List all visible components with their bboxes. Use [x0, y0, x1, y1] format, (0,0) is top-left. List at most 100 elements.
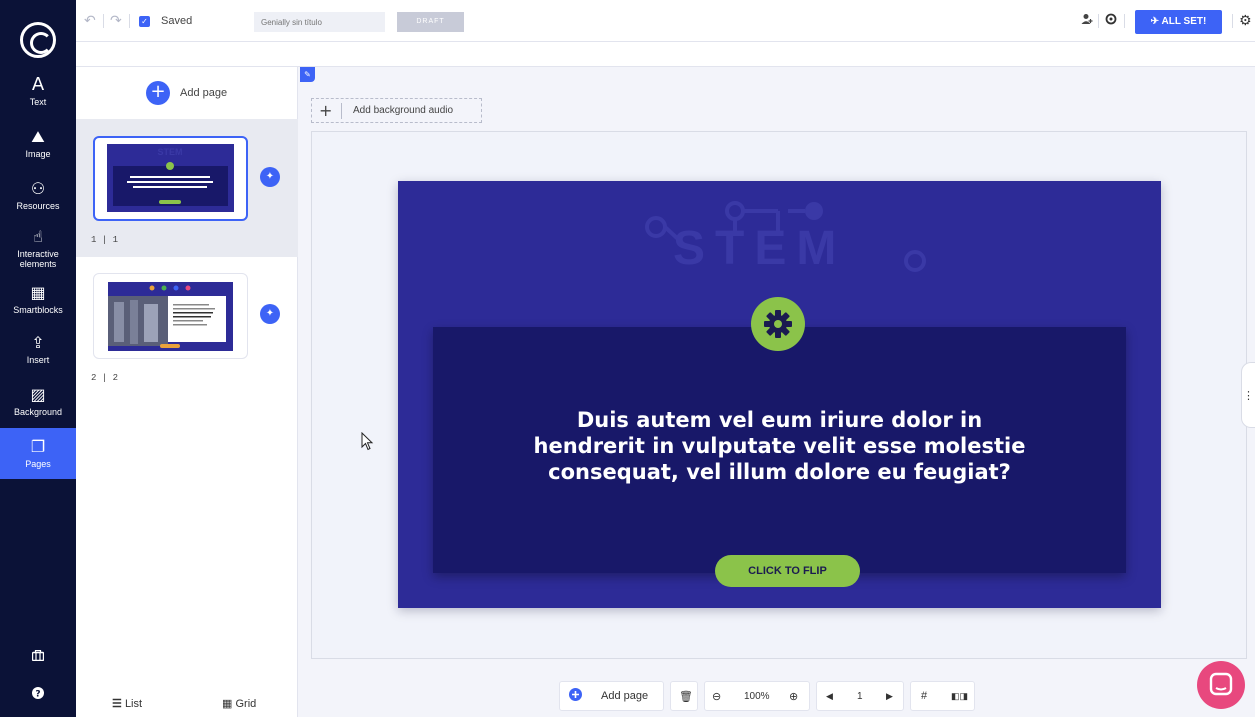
- left-rail: A Text ⛰ Image ⚇ Resources ☝ Interactive…: [0, 0, 76, 717]
- svg-text:?: ?: [35, 690, 40, 700]
- grid-icon: ▦: [222, 698, 233, 710]
- question-card[interactable]: Duis autem vel eum iriure dolor in hendr…: [433, 327, 1126, 587]
- sidebar-item-label: Image: [25, 149, 51, 159]
- collaborators-icon[interactable]: [1081, 13, 1093, 29]
- project-title-input[interactable]: [254, 12, 385, 32]
- magic-wand-icon[interactable]: ✦: [260, 304, 280, 324]
- secondary-strip: [76, 42, 1255, 67]
- page-number-label: 2 | 2: [91, 373, 119, 383]
- trash-icon[interactable]: 🗑: [679, 690, 693, 703]
- rocket-icon: ✈: [1150, 16, 1160, 27]
- saved-status: Saved: [161, 15, 193, 27]
- list-icon: ☰: [112, 698, 122, 710]
- sidebar-item-label: Background: [13, 407, 63, 417]
- zoom-in-icon[interactable]: ⊕: [789, 690, 798, 703]
- page-number-indicator: 1: [857, 691, 863, 702]
- zoom-out-icon[interactable]: ⊖: [712, 690, 721, 703]
- sidebar-item-image[interactable]: ⛰ Image: [0, 128, 76, 168]
- add-page-button[interactable]: Add page: [601, 690, 648, 702]
- divider: [1232, 14, 1233, 28]
- side-panel-handle-icon[interactable]: ⋮: [1241, 362, 1255, 428]
- view-tabs: ☰ List ▦ Grid: [76, 687, 298, 717]
- divider: [129, 14, 130, 28]
- smartblocks-icon: ▦: [30, 283, 46, 302]
- bottom-toolbar: Add page 🗑 ⊖ 100% ⊕ ◀ 1 ▶ # ◧◨: [559, 681, 975, 711]
- thumbnail-preview: STEM: [107, 144, 234, 212]
- preview-eye-icon[interactable]: [1105, 13, 1117, 29]
- zoom-group: ⊖ 100% ⊕: [704, 681, 810, 711]
- saved-check-icon: ✓: [139, 16, 150, 27]
- magic-wand-icon[interactable]: ✦: [260, 167, 280, 187]
- divider: [1124, 14, 1125, 28]
- page-nav-group: ◀ 1 ▶: [816, 681, 904, 711]
- tab-grid[interactable]: ▦ Grid: [222, 697, 256, 710]
- help-icon: ?: [32, 687, 44, 700]
- click-to-flip-button[interactable]: CLICK TO FLIP: [715, 555, 860, 587]
- divider: [103, 14, 104, 28]
- pin-icon[interactable]: ✎: [300, 67, 315, 82]
- sidebar-item-resources[interactable]: ⚇ Resources: [0, 180, 76, 220]
- divider: [1098, 14, 1099, 28]
- sidebar-item-smartblocks[interactable]: ▦ Smartblocks: [0, 284, 76, 324]
- sidebar-item-text[interactable]: A Text: [0, 76, 76, 116]
- sidebar-item-pages[interactable]: ❐ Pages: [0, 428, 76, 479]
- all-set-label: ALL SET!: [1161, 16, 1207, 27]
- help-button[interactable]: ?: [0, 684, 76, 704]
- sidebar-item-label: Interactive elements: [17, 249, 59, 269]
- plus-icon: +: [319, 101, 333, 120]
- sidebar-item-label: Insert: [26, 355, 50, 365]
- briefcase-button[interactable]: [0, 646, 76, 666]
- background-icon: ▨: [30, 385, 46, 404]
- settings-gear-icon[interactable]: ⚙: [1239, 13, 1252, 29]
- all-set-button[interactable]: ✈ ALL SET!: [1135, 10, 1222, 34]
- stem-title: STEM: [673, 222, 847, 275]
- pages-panel: + Add page STEM ✦ 1 | 1 ✦ 2 | 2 ☰ List ▦…: [76, 67, 298, 717]
- chat-icon: [1209, 672, 1233, 696]
- page-thumbnail-2[interactable]: [93, 273, 248, 359]
- next-page-icon[interactable]: ▶: [886, 691, 893, 702]
- sidebar-item-label: Text: [29, 97, 47, 107]
- page-thumbnail-1[interactable]: STEM: [93, 136, 248, 221]
- sidebar-item-interactive-elements[interactable]: ☝ Interactive elements: [0, 228, 76, 272]
- image-icon: ⛰: [31, 127, 45, 146]
- add-page-plus-icon[interactable]: +: [146, 81, 170, 105]
- sidebar-item-label: Smartblocks: [13, 305, 63, 315]
- text-icon: A: [31, 74, 45, 95]
- gear-icon: [764, 310, 792, 338]
- thumbnail-preview: [108, 282, 233, 351]
- zoom-level: 100%: [744, 691, 770, 702]
- redo-icon[interactable]: ↷: [110, 13, 122, 29]
- undo-icon[interactable]: ↶: [84, 13, 96, 29]
- resources-icon: ⚇: [30, 179, 46, 198]
- add-page-button[interactable]: Add page: [180, 87, 227, 99]
- tab-grid-label: Grid: [235, 698, 257, 710]
- add-background-audio-label: Add background audio: [353, 105, 454, 116]
- interactive-icon: ☝: [33, 227, 43, 246]
- insert-icon: ⇪: [31, 333, 45, 352]
- top-toolbar: ↶ ↷ ✓ Saved DRAFT ✈ ALL SET! ⚙: [76, 0, 1255, 42]
- gear-badge: [751, 297, 805, 351]
- add-page-group: Add page: [559, 681, 664, 711]
- tab-list-label: List: [124, 698, 143, 710]
- sidebar-item-label: Pages: [25, 459, 51, 469]
- slide[interactable]: STEM Duis autem vel eum iriure dolor in …: [398, 181, 1161, 608]
- chat-support-button[interactable]: [1197, 661, 1245, 709]
- grid-guides-icon[interactable]: #: [921, 690, 927, 702]
- svg-text:STEM: STEM: [157, 147, 182, 157]
- sidebar-item-background[interactable]: ▨ Background: [0, 386, 76, 426]
- add-page-plus-icon[interactable]: [569, 688, 582, 704]
- question-text: Duis autem vel eum iriure dolor in hendr…: [533, 408, 1026, 484]
- layout-group: # ◧◨: [910, 681, 975, 711]
- split-view-icon[interactable]: ◧◨: [951, 691, 968, 702]
- mouse-pointer-icon: [361, 432, 374, 451]
- prev-page-icon[interactable]: ◀: [826, 691, 833, 702]
- sidebar-item-label: Resources: [16, 201, 60, 211]
- briefcase-icon: [31, 649, 45, 662]
- divider: [341, 103, 342, 119]
- tab-list[interactable]: ☰ List: [112, 697, 142, 710]
- sidebar-item-insert[interactable]: ⇪ Insert: [0, 334, 76, 374]
- genially-logo-icon[interactable]: [20, 22, 56, 58]
- add-background-audio-button[interactable]: + Add background audio: [311, 98, 482, 123]
- pages-icon: ❐: [30, 437, 46, 456]
- page-number-label: 1 | 1: [91, 235, 119, 245]
